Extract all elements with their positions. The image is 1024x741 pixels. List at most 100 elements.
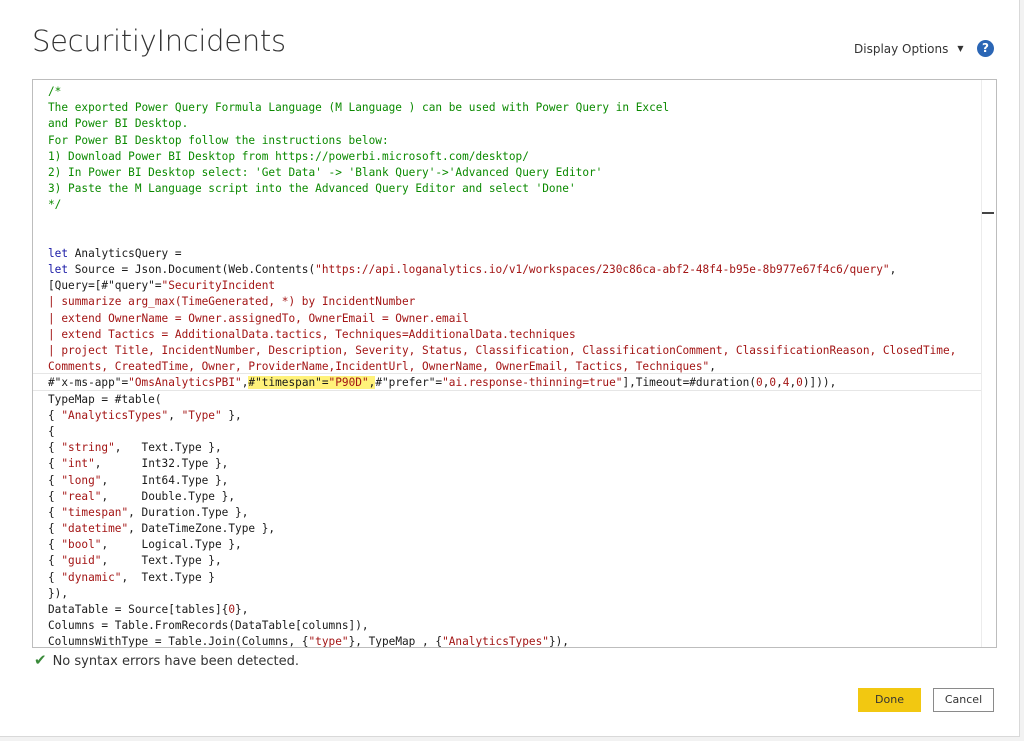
code-token: "guid" bbox=[61, 554, 102, 568]
code-token: | summarize arg_max(TimeGenerated, *) by… bbox=[48, 295, 416, 309]
code-token: "timespan" bbox=[61, 505, 129, 519]
code-line[interactable] bbox=[48, 230, 978, 246]
help-icon[interactable]: ? bbox=[977, 40, 994, 57]
code-line[interactable]: let AnalyticsQuery = bbox=[48, 246, 978, 262]
code-token: }), bbox=[48, 586, 69, 600]
code-token: AnalyticsQuery = bbox=[68, 246, 182, 260]
code-line[interactable]: { bbox=[48, 424, 978, 440]
code-token: )])), bbox=[802, 376, 837, 390]
code-token: "dynamic" bbox=[61, 570, 122, 584]
code-content[interactable]: /* The exported Power Query Formula Langu… bbox=[48, 84, 978, 648]
code-token: | project Title, IncidentNumber, Descrip… bbox=[48, 344, 957, 357]
code-line[interactable]: { "AnalyticsTypes", "Type" }, bbox=[48, 408, 978, 424]
code-line[interactable]: TypeMap = #table( bbox=[48, 392, 978, 408]
code-token: "AnalyticsTypes" bbox=[442, 635, 549, 648]
code-token: "type" bbox=[308, 635, 349, 648]
code-token: "ai.response-thinning=true" bbox=[442, 376, 623, 390]
display-options-label: Display Options bbox=[854, 42, 949, 56]
code-line[interactable]: { "int", Int32.Type }, bbox=[48, 456, 978, 472]
code-token: #"timespan"= bbox=[248, 376, 329, 390]
code-token: 2) In Power BI Desktop select: 'Get Data… bbox=[48, 165, 603, 179]
code-token: and Power BI Desktop. bbox=[48, 117, 189, 131]
editor-scrollbar[interactable] bbox=[981, 80, 996, 647]
code-line[interactable]: /* bbox=[48, 84, 978, 100]
code-line[interactable]: }), bbox=[48, 586, 978, 602]
code-line[interactable] bbox=[48, 214, 978, 230]
code-token: "string" bbox=[61, 441, 115, 455]
code-token: , Logical.Type }, bbox=[101, 538, 242, 552]
code-line[interactable]: | extend Tactics = AdditionalData.tactic… bbox=[48, 327, 978, 343]
code-token: Comments, CreatedTime, Owner, ProviderNa… bbox=[48, 360, 710, 374]
code-token: , bbox=[168, 408, 182, 422]
code-line[interactable]: Columns = Table.FromRecords(DataTable[co… bbox=[48, 618, 978, 634]
code-line[interactable]: 1) Download Power BI Desktop from https:… bbox=[48, 149, 978, 165]
code-token: DataTable = Source[tables]{ bbox=[48, 603, 229, 616]
code-token: #"prefer"= bbox=[375, 376, 443, 390]
display-options-dropdown[interactable]: Display Options ▼ bbox=[854, 42, 964, 56]
code-editor[interactable]: /* The exported Power Query Formula Langu… bbox=[32, 79, 997, 648]
code-token: }, bbox=[221, 408, 242, 422]
code-token: "OmsAnalyticsPBI" bbox=[128, 376, 242, 390]
code-token: { bbox=[48, 505, 62, 519]
code-line[interactable]: { "datetime", DateTimeZone.Type }, bbox=[48, 521, 978, 537]
code-token: ColumnsWithType = Table.Join(Columns, { bbox=[48, 635, 309, 648]
code-token: "SecurityIncident bbox=[161, 279, 276, 293]
chevron-down-icon: ▼ bbox=[957, 44, 964, 53]
code-line[interactable]: */ bbox=[48, 197, 978, 213]
code-token: { bbox=[48, 424, 55, 438]
advanced-editor-dialog: SecuritiyIncidents Display Options ▼ ? /*… bbox=[0, 0, 1020, 737]
cancel-button[interactable]: Cancel bbox=[933, 688, 994, 712]
code-line[interactable]: | extend OwnerName = Owner.assignedTo, O… bbox=[48, 311, 978, 327]
code-token: "real" bbox=[61, 489, 102, 503]
scrollbar-thumb[interactable] bbox=[982, 212, 994, 214]
code-line[interactable]: { "dynamic", Text.Type } bbox=[48, 570, 978, 586]
code-token: { bbox=[48, 538, 62, 552]
code-token: let bbox=[48, 246, 69, 260]
code-line[interactable]: { "real", Double.Type }, bbox=[48, 489, 978, 505]
code-line[interactable]: 2) In Power BI Desktop select: 'Get Data… bbox=[48, 165, 978, 181]
code-token: 1) Download Power BI Desktop from https:… bbox=[48, 149, 529, 163]
code-line[interactable]: { "guid", Text.Type }, bbox=[48, 553, 978, 569]
syntax-status: ✔ No syntax errors have been detected. bbox=[34, 651, 299, 669]
code-token: , Int32.Type }, bbox=[94, 457, 229, 471]
code-line[interactable]: [Query=[#"query"="SecurityIncident bbox=[48, 278, 978, 294]
code-token: , Text.Type }, bbox=[101, 554, 222, 568]
code-line[interactable]: ColumnsWithType = Table.Join(Columns, {"… bbox=[48, 634, 978, 648]
code-token: #"x-ms-app"= bbox=[48, 376, 129, 390]
code-line[interactable]: 3) Paste the M Language script into the … bbox=[48, 181, 978, 197]
code-token: , Int64.Type }, bbox=[101, 473, 229, 487]
code-line[interactable]: #"x-ms-app"="OmsAnalyticsPBI", #"timespan… bbox=[48, 375, 978, 391]
code-line[interactable]: let Source = Json.Document(Web.Contents(… bbox=[48, 262, 978, 278]
code-token: "int" bbox=[61, 457, 95, 471]
code-line[interactable]: { "string", Text.Type }, bbox=[48, 440, 978, 456]
code-line[interactable]: | summarize arg_max(TimeGenerated, *) by… bbox=[48, 294, 978, 310]
code-token: /* bbox=[48, 85, 62, 98]
code-token: 0 bbox=[756, 376, 763, 390]
code-line[interactable]: | project Title, IncidentNumber, Descrip… bbox=[48, 343, 978, 359]
code-token: */ bbox=[48, 198, 62, 212]
code-token: For Power BI Desktop follow the instruct… bbox=[48, 133, 389, 147]
code-line[interactable]: and Power BI Desktop. bbox=[48, 116, 978, 132]
code-line[interactable]: { "timespan", Duration.Type }, bbox=[48, 505, 978, 521]
code-token: "Type" bbox=[181, 408, 222, 422]
code-line[interactable]: { "long", Int64.Type }, bbox=[48, 473, 978, 489]
code-line[interactable]: DataTable = Source[tables]{0}, bbox=[48, 602, 978, 618]
status-message: No syntax errors have been detected. bbox=[52, 654, 299, 669]
code-line[interactable]: The exported Power Query Formula Languag… bbox=[48, 100, 978, 116]
code-token: Columns = Table.FromRecords(DataTable[co… bbox=[48, 619, 369, 633]
code-token: }), bbox=[548, 635, 569, 648]
code-token: , bbox=[709, 360, 716, 374]
code-line[interactable]: { "bool", Logical.Type }, bbox=[48, 537, 978, 553]
code-line[interactable]: For Power BI Desktop follow the instruct… bbox=[48, 133, 978, 149]
code-token: { bbox=[48, 457, 62, 471]
code-token: "bool" bbox=[61, 538, 102, 552]
done-button[interactable]: Done bbox=[858, 688, 921, 712]
code-token: { bbox=[48, 408, 62, 422]
code-token: Source = Json.Document(Web.Contents( bbox=[68, 263, 316, 277]
code-token: "P90D" bbox=[328, 376, 369, 390]
code-token: let bbox=[48, 263, 69, 277]
code-token: { bbox=[48, 522, 62, 536]
page-title: SecuritiyIncidents bbox=[32, 24, 286, 58]
code-line[interactable]: Comments, CreatedTime, Owner, ProviderNa… bbox=[48, 359, 978, 375]
code-token: ],Timeout=#duration( bbox=[622, 376, 757, 390]
